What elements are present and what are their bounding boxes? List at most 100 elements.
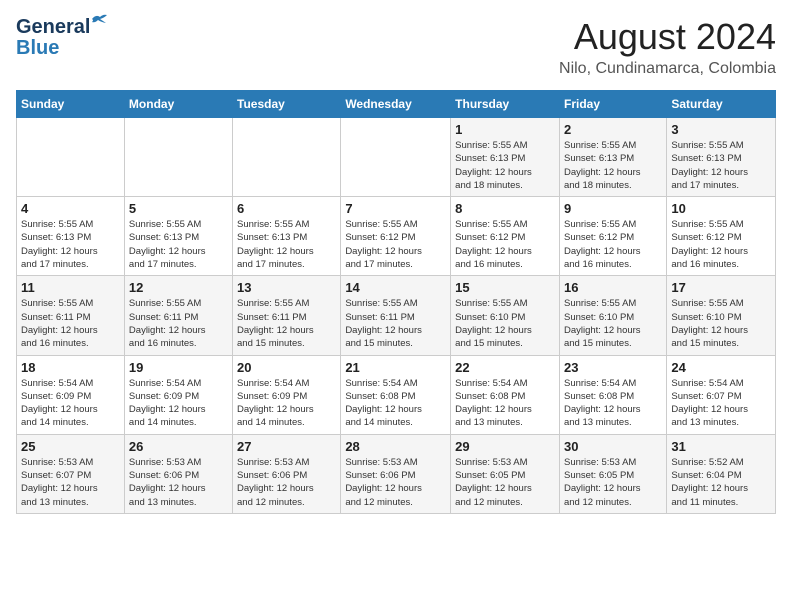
day-info: Sunrise: 5:53 AM Sunset: 6:07 PM Dayligh… (21, 456, 120, 509)
month-title: August 2024 (559, 16, 776, 58)
day-number: 6 (237, 201, 336, 216)
calendar-day-cell (233, 118, 341, 197)
calendar-day-cell: 29 Sunrise: 5:53 AM Sunset: 6:05 PM Dayli… (451, 434, 560, 513)
calendar-header-row: SundayMondayTuesdayWednesdayThursdayFrid… (17, 91, 776, 118)
calendar-day-cell: 31 Sunrise: 5:52 AM Sunset: 6:04 PM Dayli… (667, 434, 776, 513)
calendar-day-cell: 24 Sunrise: 5:54 AM Sunset: 6:07 PM Dayli… (667, 355, 776, 434)
calendar-table: SundayMondayTuesdayWednesdayThursdayFrid… (16, 90, 776, 514)
day-number: 22 (455, 360, 555, 375)
calendar-day-cell: 26 Sunrise: 5:53 AM Sunset: 6:06 PM Dayli… (124, 434, 232, 513)
day-info: Sunrise: 5:55 AM Sunset: 6:12 PM Dayligh… (455, 218, 555, 271)
day-info: Sunrise: 5:55 AM Sunset: 6:11 PM Dayligh… (21, 297, 120, 350)
day-info: Sunrise: 5:55 AM Sunset: 6:13 PM Dayligh… (129, 218, 228, 271)
calendar-day-cell: 19Sunrise: 5:54 AM Sunset: 6:09 PM Dayli… (124, 355, 232, 434)
day-number: 24 (671, 360, 771, 375)
day-info: Sunrise: 5:53 AM Sunset: 6:06 PM Dayligh… (129, 456, 228, 509)
calendar-day-cell: 28Sunrise: 5:53 AM Sunset: 6:06 PM Dayli… (341, 434, 451, 513)
calendar-day-cell: 1 Sunrise: 5:55 AM Sunset: 6:13 PM Daylig… (451, 118, 560, 197)
day-info: Sunrise: 5:53 AM Sunset: 6:05 PM Dayligh… (564, 456, 662, 509)
calendar-day-cell: 20 Sunrise: 5:54 AM Sunset: 6:09 PM Dayli… (233, 355, 341, 434)
calendar-day-cell: 12Sunrise: 5:55 AM Sunset: 6:11 PM Dayli… (124, 276, 232, 355)
calendar-day-cell: 2Sunrise: 5:55 AM Sunset: 6:13 PM Daylig… (559, 118, 666, 197)
calendar-day-cell: 11 Sunrise: 5:55 AM Sunset: 6:11 PM Dayli… (17, 276, 125, 355)
weekday-header: Monday (124, 91, 232, 118)
calendar-day-cell (341, 118, 451, 197)
calendar-day-cell: 17 Sunrise: 5:55 AM Sunset: 6:10 PM Dayli… (667, 276, 776, 355)
day-info: Sunrise: 5:55 AM Sunset: 6:13 PM Dayligh… (455, 139, 555, 192)
day-number: 17 (671, 280, 771, 295)
day-number: 14 (345, 280, 446, 295)
day-info: Sunrise: 5:55 AM Sunset: 6:10 PM Dayligh… (564, 297, 662, 350)
calendar-week-row: 25 Sunrise: 5:53 AM Sunset: 6:07 PM Dayli… (17, 434, 776, 513)
day-number: 12 (129, 280, 228, 295)
day-info: Sunrise: 5:55 AM Sunset: 6:11 PM Dayligh… (345, 297, 446, 350)
day-number: 26 (129, 439, 228, 454)
day-number: 13 (237, 280, 336, 295)
day-number: 10 (671, 201, 771, 216)
day-number: 4 (21, 201, 120, 216)
calendar-week-row: 11 Sunrise: 5:55 AM Sunset: 6:11 PM Dayli… (17, 276, 776, 355)
calendar-body: 1 Sunrise: 5:55 AM Sunset: 6:13 PM Daylig… (17, 118, 776, 514)
day-number: 31 (671, 439, 771, 454)
weekday-header: Thursday (451, 91, 560, 118)
weekday-header: Saturday (667, 91, 776, 118)
day-number: 23 (564, 360, 662, 375)
day-info: Sunrise: 5:55 AM Sunset: 6:10 PM Dayligh… (671, 297, 771, 350)
day-info: Sunrise: 5:55 AM Sunset: 6:13 PM Dayligh… (564, 139, 662, 192)
day-info: Sunrise: 5:55 AM Sunset: 6:12 PM Dayligh… (671, 218, 771, 271)
calendar-day-cell: 30 Sunrise: 5:53 AM Sunset: 6:05 PM Dayli… (559, 434, 666, 513)
calendar-day-cell: 10 Sunrise: 5:55 AM Sunset: 6:12 PM Dayli… (667, 197, 776, 276)
calendar-day-cell: 3Sunrise: 5:55 AM Sunset: 6:13 PM Daylig… (667, 118, 776, 197)
day-info: Sunrise: 5:55 AM Sunset: 6:10 PM Dayligh… (455, 297, 555, 350)
day-info: Sunrise: 5:52 AM Sunset: 6:04 PM Dayligh… (671, 456, 771, 509)
calendar-day-cell: 18Sunrise: 5:54 AM Sunset: 6:09 PM Dayli… (17, 355, 125, 434)
logo-blue: Blue (16, 37, 59, 60)
day-number: 30 (564, 439, 662, 454)
day-number: 29 (455, 439, 555, 454)
weekday-header: Friday (559, 91, 666, 118)
day-number: 11 (21, 280, 120, 295)
calendar-day-cell: 6 Sunrise: 5:55 AM Sunset: 6:13 PM Daylig… (233, 197, 341, 276)
day-info: Sunrise: 5:54 AM Sunset: 6:07 PM Dayligh… (671, 377, 771, 430)
location-title: Nilo, Cundinamarca, Colombia (559, 60, 776, 78)
day-info: Sunrise: 5:54 AM Sunset: 6:08 PM Dayligh… (345, 377, 446, 430)
calendar-week-row: 1 Sunrise: 5:55 AM Sunset: 6:13 PM Daylig… (17, 118, 776, 197)
calendar-day-cell: 13Sunrise: 5:55 AM Sunset: 6:11 PM Dayli… (233, 276, 341, 355)
day-info: Sunrise: 5:55 AM Sunset: 6:13 PM Dayligh… (237, 218, 336, 271)
calendar-day-cell: 5 Sunrise: 5:55 AM Sunset: 6:13 PM Daylig… (124, 197, 232, 276)
calendar-day-cell: 21Sunrise: 5:54 AM Sunset: 6:08 PM Dayli… (341, 355, 451, 434)
day-info: Sunrise: 5:54 AM Sunset: 6:08 PM Dayligh… (564, 377, 662, 430)
calendar-day-cell: 25 Sunrise: 5:53 AM Sunset: 6:07 PM Dayli… (17, 434, 125, 513)
day-number: 25 (21, 439, 120, 454)
day-number: 16 (564, 280, 662, 295)
day-number: 1 (455, 122, 555, 137)
day-info: Sunrise: 5:54 AM Sunset: 6:09 PM Dayligh… (21, 377, 120, 430)
day-number: 7 (345, 201, 446, 216)
day-info: Sunrise: 5:55 AM Sunset: 6:12 PM Dayligh… (564, 218, 662, 271)
weekday-header: Tuesday (233, 91, 341, 118)
day-number: 8 (455, 201, 555, 216)
day-number: 5 (129, 201, 228, 216)
calendar-day-cell: 16 Sunrise: 5:55 AM Sunset: 6:10 PM Dayli… (559, 276, 666, 355)
calendar-week-row: 4 Sunrise: 5:55 AM Sunset: 6:13 PM Daylig… (17, 197, 776, 276)
day-number: 20 (237, 360, 336, 375)
day-number: 28 (345, 439, 446, 454)
calendar-day-cell: 8 Sunrise: 5:55 AM Sunset: 6:12 PM Daylig… (451, 197, 560, 276)
day-info: Sunrise: 5:53 AM Sunset: 6:05 PM Dayligh… (455, 456, 555, 509)
page-header: General Blue August 2024 Nilo, Cundinama… (16, 16, 776, 78)
weekday-header: Sunday (17, 91, 125, 118)
day-info: Sunrise: 5:54 AM Sunset: 6:09 PM Dayligh… (237, 377, 336, 430)
day-number: 15 (455, 280, 555, 295)
calendar-week-row: 18Sunrise: 5:54 AM Sunset: 6:09 PM Dayli… (17, 355, 776, 434)
day-number: 9 (564, 201, 662, 216)
calendar-day-cell: 4 Sunrise: 5:55 AM Sunset: 6:13 PM Daylig… (17, 197, 125, 276)
day-info: Sunrise: 5:55 AM Sunset: 6:13 PM Dayligh… (21, 218, 120, 271)
calendar-day-cell: 15 Sunrise: 5:55 AM Sunset: 6:10 PM Dayli… (451, 276, 560, 355)
title-area: August 2024 Nilo, Cundinamarca, Colombia (559, 16, 776, 78)
weekday-header: Wednesday (341, 91, 451, 118)
calendar-day-cell: 27Sunrise: 5:53 AM Sunset: 6:06 PM Dayli… (233, 434, 341, 513)
day-number: 27 (237, 439, 336, 454)
day-info: Sunrise: 5:54 AM Sunset: 6:09 PM Dayligh… (129, 377, 228, 430)
calendar-day-cell (124, 118, 232, 197)
logo-general: General (16, 16, 90, 38)
